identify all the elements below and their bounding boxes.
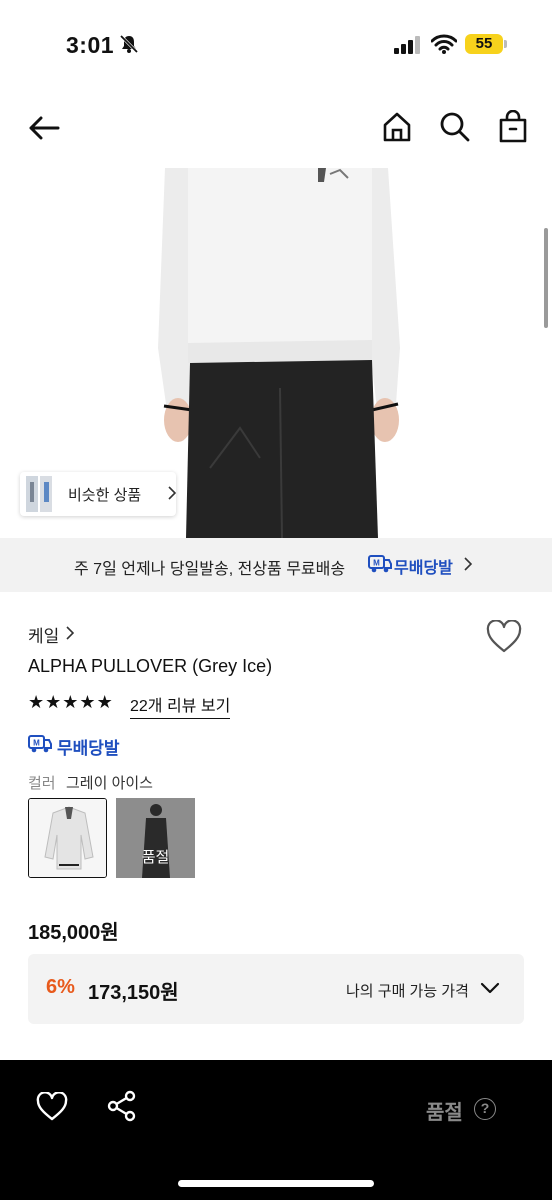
color-label: 컬러	[28, 775, 56, 792]
soldout-overlay-label: 품절	[141, 849, 170, 866]
similar-products-label: 비슷한 상품	[68, 487, 142, 504]
bottom-action-bar: 품절 ?	[0, 1060, 552, 1200]
similar-products-button[interactable]: 비슷한 상품	[20, 472, 176, 516]
battery-indicator: 55	[465, 34, 503, 54]
shopping-bag-icon[interactable]	[496, 110, 530, 144]
star-icon: ★	[79, 692, 96, 712]
my-price-dropdown[interactable]: 6% 173,150원 나의 구매 가능 가격	[28, 954, 524, 1024]
delivery-banner[interactable]: 주 7일 언제나 당일발송, 전상품 무료배송 M 무배당발	[0, 538, 552, 592]
status-time: 3:01	[66, 32, 115, 58]
cellular-signal-icon	[394, 36, 420, 54]
star-icon: ★	[96, 692, 113, 712]
my-price-label: 나의 구매 가능 가격	[346, 983, 469, 1000]
free-delivery-badge: 무배당발	[57, 739, 120, 758]
bell-muted-icon	[119, 34, 139, 54]
share-icon[interactable]	[106, 1090, 138, 1122]
color-option-black-soldout[interactable]: 품절	[116, 798, 195, 878]
wishlist-heart-icon[interactable]	[36, 1092, 68, 1122]
rating-stars: ★ ★ ★ ★ ★	[28, 692, 113, 712]
star-icon: ★	[62, 692, 79, 712]
reviews-link[interactable]: 22개 리뷰 보기	[130, 692, 231, 719]
chevron-down-icon	[480, 982, 500, 994]
star-icon: ★	[45, 692, 62, 712]
delivery-truck-icon: M	[368, 555, 392, 573]
star-icon: ★	[28, 692, 45, 712]
similar-thumbnails	[26, 476, 52, 512]
delivery-truck-icon: M	[28, 735, 52, 753]
color-option-grey-ice[interactable]	[28, 798, 107, 878]
top-navigation	[0, 100, 552, 156]
product-title: ALPHA PULLOVER (Grey Ice)	[28, 656, 273, 676]
svg-text:M: M	[373, 559, 380, 568]
delivery-banner-text: 주 7일 언제나 당일발송, 전상품 무료배송	[74, 561, 346, 578]
home-icon[interactable]	[380, 110, 414, 144]
status-bar: 3:01 55	[0, 0, 552, 90]
chevron-right-icon	[168, 486, 176, 500]
home-indicator	[178, 1180, 374, 1187]
color-value: 그레이 아이스	[66, 775, 153, 792]
search-icon[interactable]	[438, 110, 472, 144]
delivery-badge-label: 무배당발	[394, 560, 453, 577]
soldout-button[interactable]: 품절	[426, 1096, 463, 1125]
battery-level: 55	[475, 35, 493, 52]
brand-link[interactable]: 케일	[28, 622, 59, 647]
discount-percent: 6%	[46, 976, 75, 998]
chevron-right-icon	[464, 557, 472, 571]
back-arrow-icon[interactable]	[26, 110, 62, 146]
pullover-thumbnail	[29, 799, 106, 877]
scrollbar[interactable]	[544, 228, 548, 328]
battery-tip	[504, 40, 507, 48]
chevron-right-icon	[66, 626, 74, 640]
help-icon[interactable]: ?	[474, 1098, 496, 1120]
wifi-icon	[431, 34, 457, 54]
svg-text:M: M	[33, 739, 40, 748]
original-price: 185,000원	[28, 922, 119, 944]
sale-price: 173,150원	[88, 982, 179, 1004]
wishlist-heart-icon[interactable]	[486, 620, 522, 654]
